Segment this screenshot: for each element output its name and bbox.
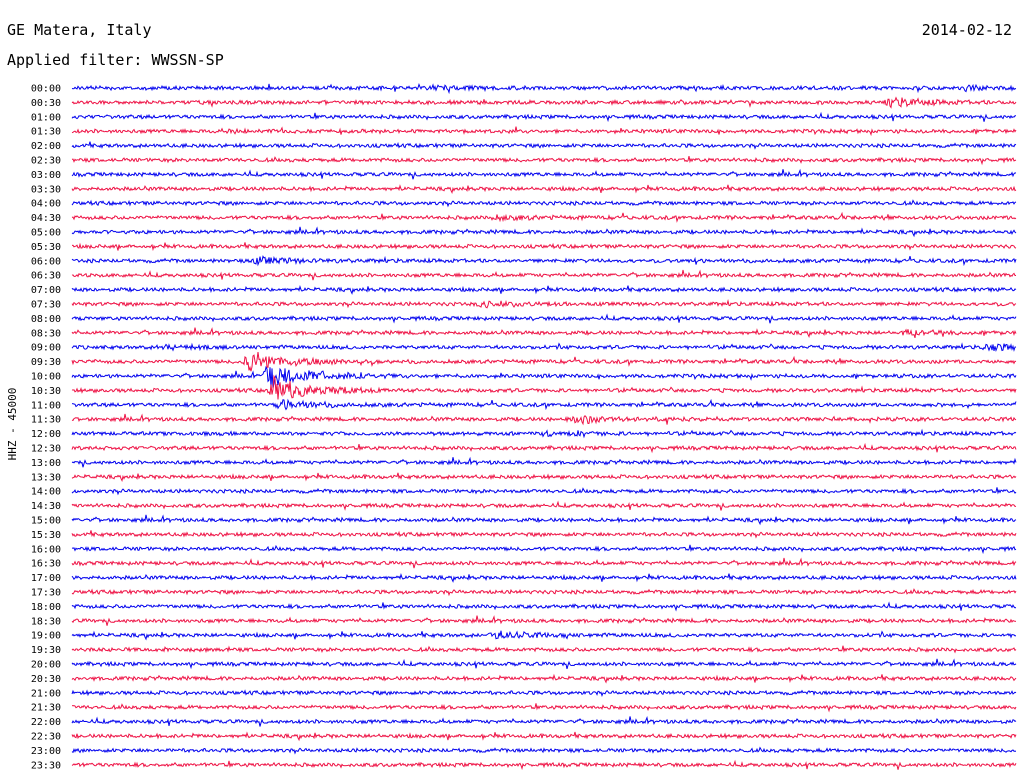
trace-line bbox=[71, 155, 1017, 166]
trace-line bbox=[71, 645, 1017, 654]
trace-time-label: 23:00 bbox=[31, 746, 61, 757]
trace-line bbox=[71, 83, 1017, 95]
trace-line bbox=[71, 689, 1017, 697]
trace-time-label: 02:30 bbox=[31, 156, 61, 167]
trace-time-label: 02:00 bbox=[31, 141, 61, 152]
trace-time-label: 12:00 bbox=[31, 429, 61, 440]
trace-line bbox=[71, 184, 1017, 195]
trace-time-label: 09:30 bbox=[31, 357, 61, 368]
trace-line bbox=[71, 428, 1017, 439]
trace-line bbox=[71, 658, 1017, 670]
trace-time-label: 18:30 bbox=[31, 616, 61, 627]
trace-line bbox=[71, 226, 1017, 238]
seismogram-chart: HHZ - 45000 00:00 00:30 01:00 01:30 02:00 02:… bbox=[6, 83, 1017, 771]
trace-time-label: 00:30 bbox=[31, 98, 61, 109]
trace-line bbox=[71, 442, 1017, 454]
trace-line bbox=[71, 141, 1017, 150]
trace-line bbox=[71, 500, 1017, 511]
trace-line bbox=[71, 673, 1017, 684]
trace-line bbox=[71, 374, 1017, 400]
trace-line bbox=[71, 630, 1017, 641]
trace-time-label: 19:30 bbox=[31, 645, 61, 656]
trace-time-label: 03:30 bbox=[31, 184, 61, 195]
trace-time-label: 23:30 bbox=[31, 760, 61, 771]
trace-time-label: 17:00 bbox=[31, 573, 61, 584]
trace-time-label: 00:00 bbox=[31, 84, 61, 95]
trace-line bbox=[71, 601, 1017, 612]
trace-time-label: 10:00 bbox=[31, 372, 61, 383]
trace-time-label: 19:00 bbox=[31, 631, 61, 642]
trace-time-label: 21:00 bbox=[31, 688, 61, 699]
trace-line bbox=[71, 588, 1017, 597]
trace-line bbox=[71, 342, 1017, 353]
trace-line bbox=[71, 211, 1017, 223]
trace-time-label: 17:30 bbox=[31, 588, 61, 599]
trace-line bbox=[71, 731, 1017, 742]
trace-line bbox=[71, 544, 1017, 555]
trace-line bbox=[71, 615, 1017, 626]
trace-time-label: 07:30 bbox=[31, 300, 61, 311]
trace-time-label: 11:00 bbox=[31, 400, 61, 411]
trace-time-label: 14:30 bbox=[31, 501, 61, 512]
trace-time-label: 03:00 bbox=[31, 170, 61, 181]
trace-line bbox=[71, 255, 1017, 267]
trace-time-label: 10:30 bbox=[31, 386, 61, 397]
trace-line bbox=[71, 472, 1017, 483]
trace-time-label: 16:30 bbox=[31, 559, 61, 570]
trace-time-label: 18:00 bbox=[31, 602, 61, 613]
trace-time-label: 22:30 bbox=[31, 732, 61, 743]
trace-time-label: 16:00 bbox=[31, 544, 61, 555]
trace-time-label: 14:00 bbox=[31, 487, 61, 498]
trace-line bbox=[71, 746, 1017, 755]
trace-line bbox=[71, 715, 1017, 727]
trace-time-label: 04:00 bbox=[31, 199, 61, 210]
trace-line bbox=[71, 299, 1017, 309]
trace-line bbox=[71, 199, 1017, 208]
trace-time-label: 07:00 bbox=[31, 285, 61, 296]
trace-line bbox=[71, 352, 1017, 372]
trace-line bbox=[71, 269, 1016, 281]
trace-line bbox=[71, 557, 1017, 569]
trace-line bbox=[71, 242, 1017, 252]
trace-line bbox=[71, 327, 1017, 339]
trace-line bbox=[71, 313, 1017, 324]
trace-time-label: 12:30 bbox=[31, 444, 61, 455]
trace-line bbox=[71, 759, 1017, 771]
trace-time-label: 08:30 bbox=[31, 328, 61, 339]
trace-time-label: 06:30 bbox=[31, 271, 61, 282]
trace-time-label: 11:30 bbox=[31, 415, 61, 426]
trace-time-label: 20:30 bbox=[31, 674, 61, 685]
trace-time-label: 06:00 bbox=[31, 256, 61, 267]
y-axis-label: HHZ - 45000 bbox=[6, 388, 19, 461]
trace-time-label: 13:00 bbox=[31, 458, 61, 469]
trace-time-label: 13:30 bbox=[31, 472, 61, 483]
trace-line bbox=[71, 168, 1017, 180]
trace-time-label: 21:30 bbox=[31, 703, 61, 714]
trace-time-label: 15:30 bbox=[31, 530, 61, 541]
trace-time-label: 05:30 bbox=[31, 242, 61, 253]
trace-line bbox=[71, 96, 1017, 109]
trace-time-label: 01:30 bbox=[31, 127, 61, 138]
trace-time-label: 20:00 bbox=[31, 660, 61, 671]
trace-line bbox=[71, 530, 1017, 539]
trace-line bbox=[71, 126, 1017, 137]
trace-line bbox=[71, 284, 1017, 295]
trace-time-label: 15:00 bbox=[31, 516, 61, 527]
trace-time-label: 05:00 bbox=[31, 228, 61, 239]
trace-line bbox=[71, 487, 1017, 496]
trace-line bbox=[71, 703, 1017, 713]
trace-time-label: 01:00 bbox=[31, 112, 61, 123]
trace-line bbox=[71, 514, 1017, 526]
trace-line bbox=[71, 413, 1017, 426]
trace-line bbox=[71, 111, 1016, 123]
trace-line bbox=[71, 365, 1017, 389]
trace-time-label: 04:30 bbox=[31, 213, 61, 224]
trace-line bbox=[71, 398, 1017, 411]
trace-line bbox=[71, 456, 1017, 468]
trace-time-label: 22:00 bbox=[31, 717, 61, 728]
trace-line bbox=[71, 572, 1017, 583]
trace-time-label: 09:00 bbox=[31, 343, 61, 354]
trace-time-label: 08:00 bbox=[31, 314, 61, 325]
